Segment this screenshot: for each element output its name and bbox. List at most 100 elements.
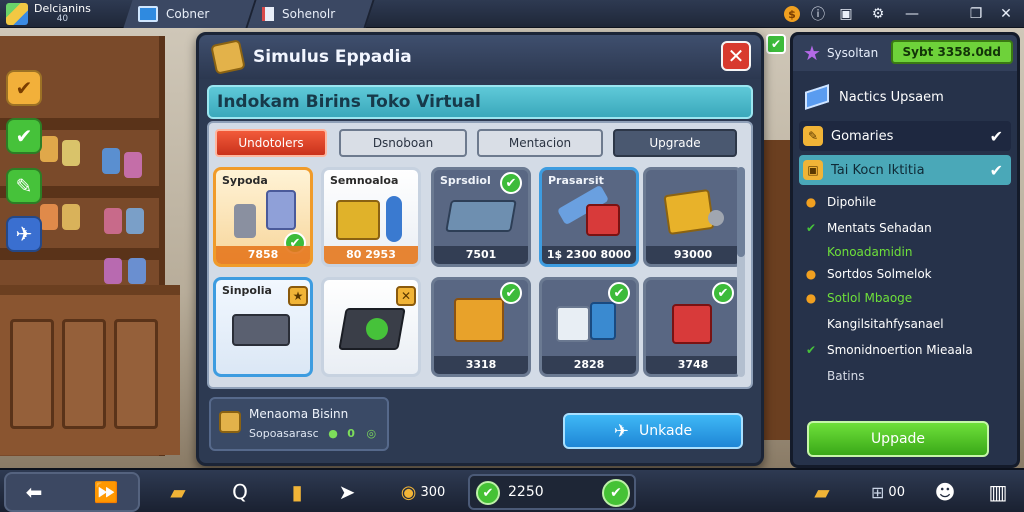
plane-icon: ✈ <box>15 222 33 246</box>
chest-icon <box>454 298 504 342</box>
box-open-icon[interactable]: ▰ <box>804 474 840 510</box>
quest-badge-3[interactable]: ✎ <box>6 168 42 204</box>
close-window-icon[interactable]: ✕ <box>996 4 1016 24</box>
tab-sohenolr[interactable]: Sohenolr <box>247 0 375 28</box>
info-icon[interactable]: ⓘ <box>808 4 828 24</box>
minimize-icon[interactable]: — <box>902 4 922 24</box>
plane-icon: ✈ <box>613 420 630 442</box>
tab-dsnoboan[interactable]: Dsnoboan <box>339 129 467 157</box>
tab-sohenolr-label: Sohenolr <box>282 7 336 21</box>
owned-check-icon: ✔ <box>712 282 734 304</box>
close-button[interactable]: ✕ <box>721 41 751 71</box>
panel-upgrade-button[interactable]: Uppade <box>807 421 989 457</box>
quest-badge-4[interactable]: ✈ <box>6 216 42 252</box>
settings-icon[interactable]: ⚙ <box>868 4 888 24</box>
package-icon <box>556 306 590 342</box>
cash-value: 2250 <box>508 484 544 500</box>
top-bar: Delcianins 40 Cobner Sohenolr $ ⓘ ▣ ⚙ — … <box>0 0 1024 28</box>
shop-item-card[interactable]: Sinpolia ★ <box>213 277 313 377</box>
quest-badge-2[interactable]: ✔ <box>6 118 42 154</box>
card-icon[interactable]: ▮ <box>280 474 314 510</box>
check-icon: ✔ <box>15 76 33 100</box>
item-title: Sypoda <box>222 174 268 187</box>
check-icon: ✔ <box>989 126 1003 146</box>
shopkeeper-icon <box>386 196 402 242</box>
dial-icon <box>708 210 724 226</box>
shop-item-card[interactable]: ✔ 3748 <box>643 277 743 377</box>
item-price: 93000 <box>646 246 740 264</box>
shop-item-card[interactable]: ✔ 3318 <box>431 277 531 377</box>
tab-cobner-label: Cobner <box>166 7 210 21</box>
coins-label: 300 <box>420 484 446 500</box>
cube-icon <box>805 84 829 110</box>
task-row[interactable]: ✎ Gomaries ✔ <box>799 121 1011 151</box>
business-stat: Sopoasarasc ● 0 ◎ <box>249 427 376 440</box>
dialog-header: Simulus Eppadia ✕ <box>199 35 761 79</box>
status-line: Konoadamidin <box>803 245 912 259</box>
status-line: Kangilsitahfysanael <box>803 317 944 331</box>
mini-check-badge[interactable]: ✔ <box>766 34 786 54</box>
business-stat-label: Sopoasarasc <box>249 427 319 440</box>
tab-cobner[interactable]: Cobner <box>123 0 257 28</box>
money-display: Sybt 3358.0dd <box>890 40 1013 64</box>
app-cube-icon <box>6 3 28 25</box>
scrollbar-thumb[interactable] <box>737 167 745 257</box>
shop-panel: Undotolers Dsnoboan Mentacion Upgrade Sy… <box>207 121 753 389</box>
coin-icon: ● <box>805 267 817 281</box>
coin-icon[interactable]: $ <box>784 6 800 22</box>
status-line: ● Sotlol Mbaoge <box>803 291 912 305</box>
star-badge-icon: ★ <box>288 286 308 306</box>
shop-item-card[interactable]: ✔ 2828 <box>539 277 639 377</box>
bag-button[interactable]: ⊞ 00 <box>858 474 918 510</box>
back-arrow-icon[interactable]: ⬅ <box>14 474 54 510</box>
shop-item-card[interactable]: ✕ <box>321 277 421 377</box>
status-line-label: Smonidnoertion Mieaala <box>827 343 973 357</box>
search-icon[interactable]: Q <box>220 474 260 510</box>
check-icon: ✔ <box>805 343 817 357</box>
status-line-label: Sortdos Solmelok <box>827 267 932 281</box>
box-icon <box>210 39 246 75</box>
forward-icon[interactable]: ⏩ <box>86 474 126 510</box>
system-panel: ★ Sysoltan Sybt 3358.0dd Nactics Upsaem … <box>790 32 1020 468</box>
image-icon[interactable]: ▣ <box>836 4 856 24</box>
tab-upgrade[interactable]: Upgrade <box>613 129 737 157</box>
business-stat-value: 0 <box>347 427 355 440</box>
shop-item-card[interactable]: Sypoda ✔ 7858 <box>213 167 313 267</box>
shop-item-card[interactable]: Sprsdiol ✔ 7501 <box>431 167 531 267</box>
grid-scrollbar[interactable] <box>737 167 745 377</box>
shop-item-card[interactable]: Semnoaloa 80 2953 <box>321 167 421 267</box>
app-name: Delcianins <box>34 2 91 15</box>
confirm-check-icon[interactable]: ✔ <box>602 479 630 507</box>
app-logo[interactable]: Delcianins 40 <box>6 3 91 25</box>
book-icon[interactable]: ▥ <box>980 474 1016 510</box>
shop-item-card[interactable]: Prasarsit 1$ 2300 8000 <box>539 167 639 267</box>
panel-subtitle-text: Nactics Upsaem <box>839 89 944 105</box>
basket-icon: ⊞ <box>871 482 885 502</box>
item-grid: Sypoda ✔ 7858 Semnoaloa 80 2953 Sprsdiol… <box>209 167 755 387</box>
status-line: ● Dipohile <box>803 195 876 209</box>
avatar-icon[interactable]: ☻ <box>928 474 962 510</box>
coins-button[interactable]: ◉ 300 <box>388 474 458 510</box>
tool-badge-icon: ✕ <box>396 286 416 306</box>
bag-label: 00 <box>888 484 905 500</box>
box-icon[interactable]: ▰ <box>158 474 198 510</box>
status-line-label: Konoadamidin <box>827 245 913 259</box>
register-icon <box>232 314 290 346</box>
tab-undotolers[interactable]: Undotolers <box>215 129 327 157</box>
status-line-label: Dipohile <box>827 195 877 209</box>
task-row[interactable]: ▣ Tai Kocn Iktitia ✔ <box>799 155 1011 185</box>
upgrade-button[interactable]: ✈ Unkade <box>563 413 743 449</box>
star-icon: ★ <box>803 41 821 65</box>
shop-item-card[interactable]: 93000 <box>643 167 743 267</box>
tab-mentacion[interactable]: Mentacion <box>477 129 603 157</box>
item-price: 7858 <box>216 246 310 264</box>
item-title: Prasarsit <box>548 174 604 187</box>
task-icon: ▣ <box>803 160 823 180</box>
category-tabs: Undotolers Dsnoboan Mentacion Upgrade <box>209 129 755 157</box>
pointer-icon[interactable]: ➤ <box>330 474 364 510</box>
quest-badge-1[interactable]: ✔ <box>6 70 42 106</box>
status-line-label: Batins <box>827 369 865 383</box>
check-icon: ✔ <box>989 160 1003 180</box>
cash-counter: ✔ 2250 ✔ <box>468 474 636 510</box>
restore-icon[interactable]: ❐ <box>966 4 986 24</box>
